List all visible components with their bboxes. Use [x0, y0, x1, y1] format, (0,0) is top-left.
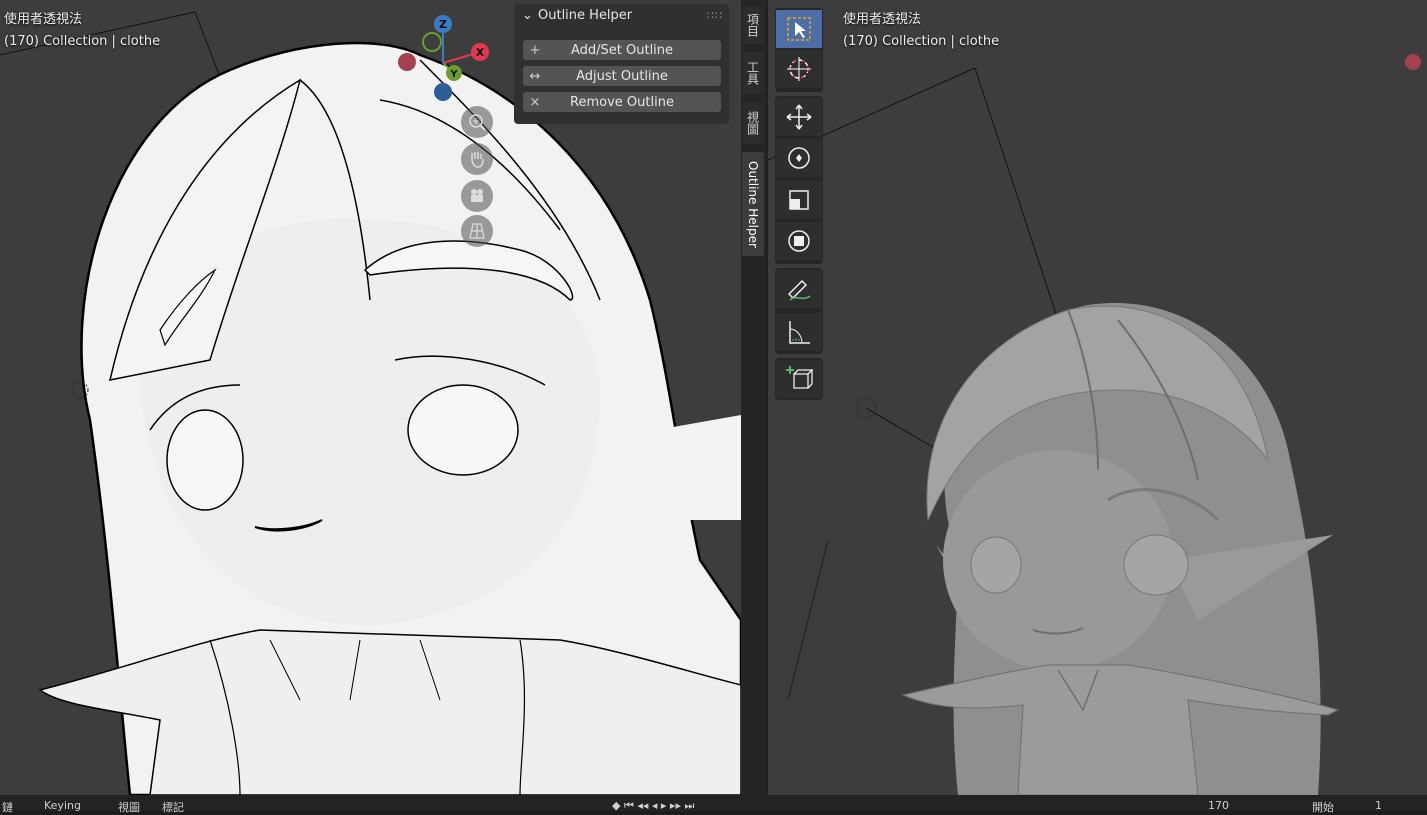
- move-tool[interactable]: [776, 98, 822, 136]
- camera-view-icon[interactable]: [461, 180, 493, 212]
- character-render-solid: [768, 54, 1421, 795]
- neg-y-axis-icon[interactable]: [422, 32, 442, 52]
- measure-tool[interactable]: [776, 313, 822, 351]
- tab-item[interactable]: 項目: [742, 6, 764, 44]
- panel-title: Outline Helper: [538, 7, 633, 23]
- timeline-header: 鏈 Keying 視圖 標記 ◆ ⏮ ◂◂ ◂ ▸ ▸▸ ⏭ 170 開始 1: [0, 795, 1427, 814]
- add-set-outline-button[interactable]: + Add/Set Outline: [523, 40, 721, 60]
- rotate-tool[interactable]: [776, 139, 822, 177]
- marker-menu[interactable]: 標記: [162, 799, 184, 815]
- annotate-tool[interactable]: [776, 270, 822, 308]
- viewport-right[interactable]: 使用者透視法 (170) Collection | clothe: [768, 0, 1427, 795]
- cursor-icon: [787, 57, 811, 81]
- rotate-icon: [788, 147, 810, 169]
- add-cube-tool[interactable]: [776, 360, 822, 398]
- viewport-info: 使用者透視法 (170) Collection | clothe: [843, 9, 999, 53]
- view-name: 使用者透視法: [4, 12, 83, 27]
- neg-x-axis-icon[interactable]: [398, 53, 416, 71]
- plus-icon: +: [529, 42, 541, 58]
- button-label: Adjust Outline: [576, 68, 668, 84]
- start-frame-field[interactable]: 1: [1375, 799, 1382, 812]
- add-cube-icon: [786, 366, 814, 389]
- select-box-tool[interactable]: [776, 10, 822, 48]
- adjust-outline-button[interactable]: ↔ Adjust Outline: [523, 66, 721, 86]
- outline-helper-panel: ⌄ Outline Helper ∷∷ + Add/Set Outline ↔ …: [514, 4, 729, 124]
- move-icon: [786, 104, 812, 130]
- view-menu[interactable]: 視圖: [118, 799, 140, 815]
- pan-hand-icon[interactable]: [461, 143, 493, 175]
- current-frame-field[interactable]: 170: [1208, 799, 1229, 812]
- view-name: 使用者透視法: [843, 12, 922, 27]
- close-icon: ×: [529, 94, 541, 110]
- navigation-gizmo[interactable]: X Y Z: [390, 10, 500, 110]
- transform-icon: [788, 230, 810, 252]
- cursor-tool[interactable]: [776, 50, 822, 88]
- ortho-grid-icon[interactable]: [461, 215, 493, 247]
- button-label: Remove Outline: [570, 94, 674, 110]
- scale-icon: [789, 190, 809, 210]
- tab-tool[interactable]: 工具: [742, 52, 764, 94]
- status-item[interactable]: 鏈: [2, 799, 13, 815]
- x-axis-label: X: [476, 46, 485, 59]
- annotate-pencil-icon: [787, 279, 811, 301]
- drag-grip-icon[interactable]: ∷∷: [707, 9, 723, 22]
- sidebar-tabs: 項目 工具 視圖 Outline Helper: [741, 0, 767, 795]
- neg-z-axis-icon[interactable]: [434, 83, 452, 101]
- chevron-down-icon[interactable]: ⌄: [522, 8, 534, 23]
- tab-outline-helper[interactable]: Outline Helper: [742, 152, 764, 256]
- viewport-info: 使用者透視法 (170) Collection | clothe: [4, 9, 160, 53]
- collection-info: (170) Collection | clothe: [4, 34, 161, 49]
- z-axis-label: Z: [439, 18, 447, 31]
- tab-view[interactable]: 視圖: [742, 102, 764, 144]
- remove-outline-button[interactable]: × Remove Outline: [523, 92, 721, 112]
- zoom-icon[interactable]: [461, 106, 493, 138]
- select-box-icon: [787, 17, 811, 41]
- transform-tool[interactable]: [776, 222, 822, 260]
- start-label: 開始: [1312, 801, 1334, 814]
- keying-menu[interactable]: Keying: [44, 799, 81, 812]
- viewport-left[interactable]: 使用者透視法 (170) Collection | clothe X Y Z ⌄…: [0, 0, 741, 795]
- measure-ruler-icon: [789, 321, 810, 344]
- y-axis-label: Y: [449, 69, 458, 80]
- collection-info: (170) Collection | clothe: [843, 34, 1000, 49]
- button-label: Add/Set Outline: [570, 42, 674, 58]
- arrows-horizontal-icon: ↔: [529, 68, 541, 84]
- panel-header[interactable]: ⌄ Outline Helper ∷∷: [514, 4, 729, 26]
- scale-tool[interactable]: [776, 181, 822, 219]
